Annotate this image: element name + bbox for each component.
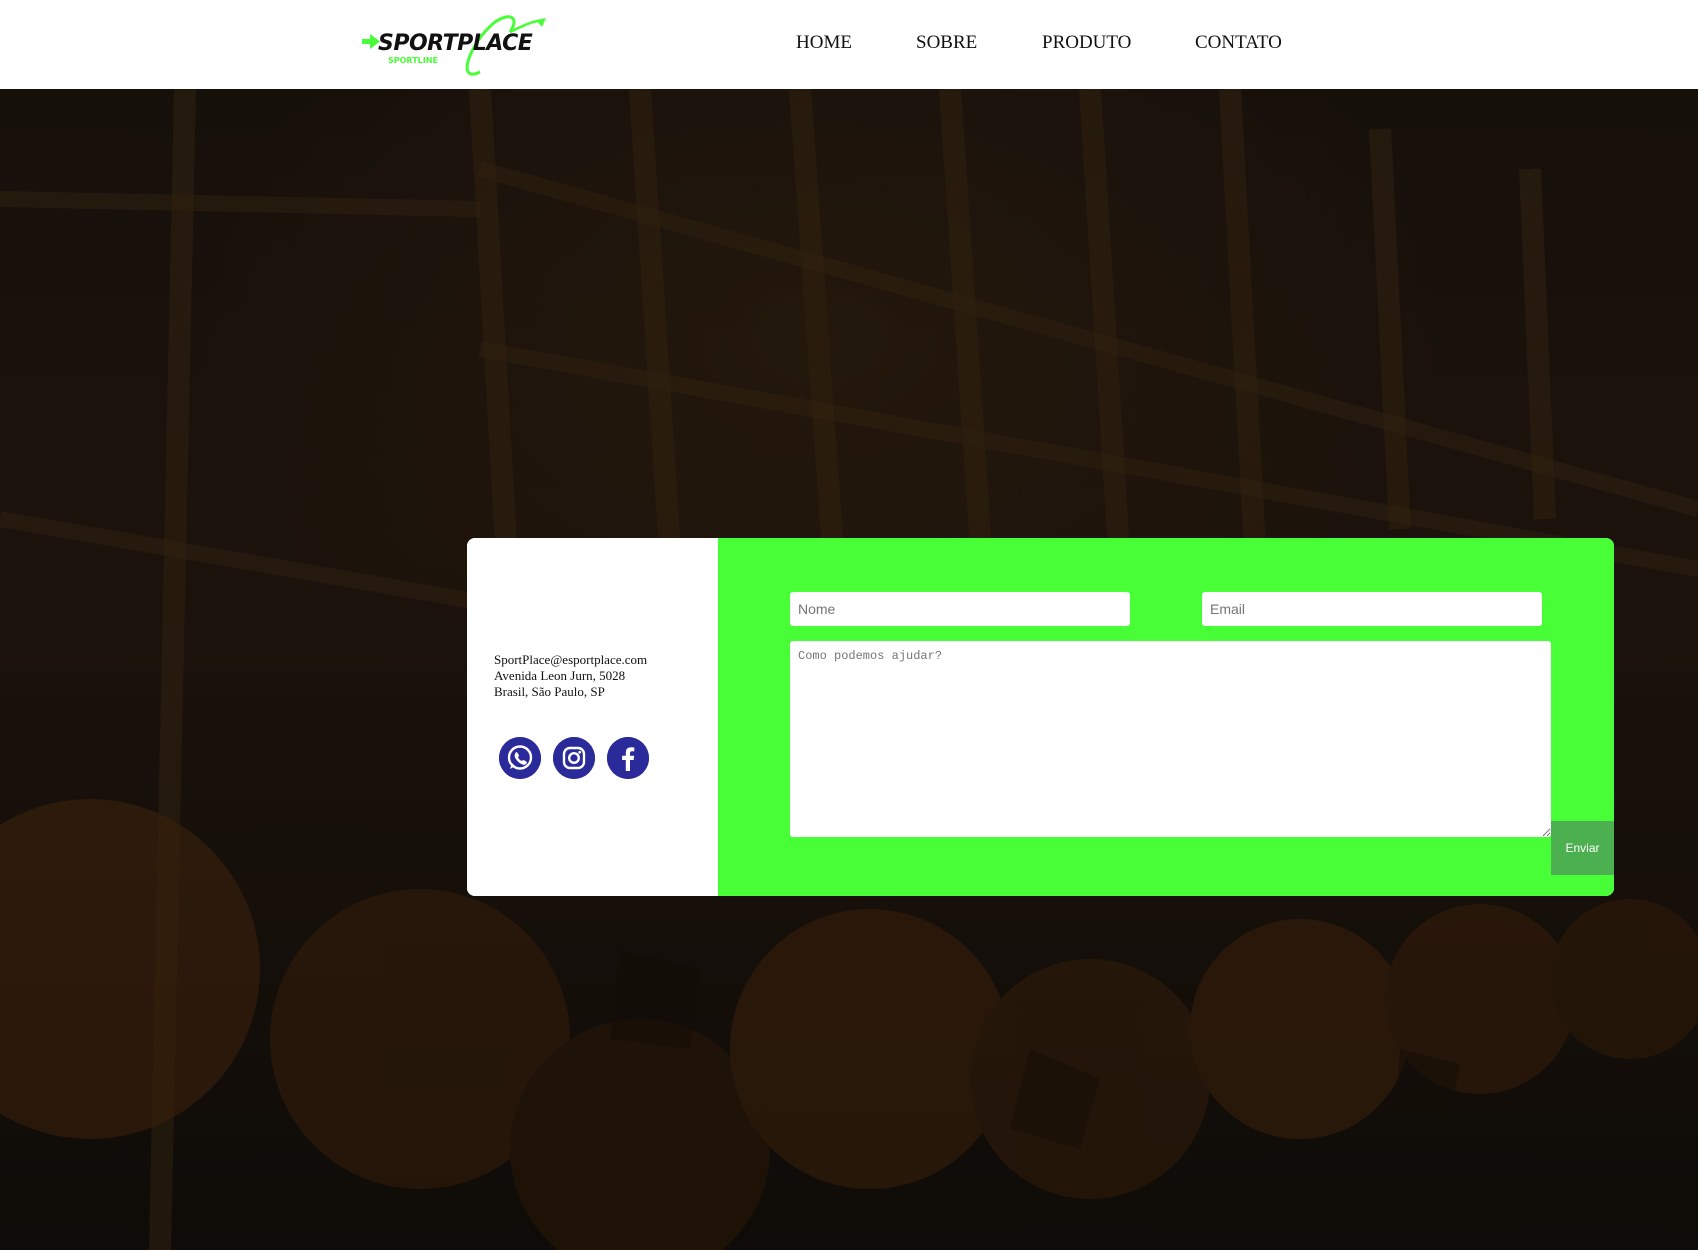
main-nav: HOME SOBRE PRODUTO CONTATO [0,0,1698,89]
send-button[interactable]: Enviar [1551,821,1614,875]
nav-home[interactable]: HOME [796,32,852,54]
nav-sobre[interactable]: SOBRE [916,32,977,54]
whatsapp-icon[interactable] [499,737,541,779]
contact-info-panel: SportPlace@esportplace.com Avenida Leon … [467,538,718,896]
instagram-icon[interactable] [553,737,595,779]
email-field[interactable] [1202,592,1542,626]
contact-card: SportPlace@esportplace.com Avenida Leon … [467,538,1614,896]
message-field[interactable] [790,641,1551,837]
facebook-icon[interactable] [607,737,649,779]
contact-address-line1: Avenida Leon Jurn, 5028 [494,668,626,683]
name-field[interactable] [790,592,1130,626]
contact-form: Enviar [718,538,1614,896]
contact-address-line2: Brasil, São Paulo, SP [494,684,605,699]
nav-produto[interactable]: PRODUTO [1042,32,1131,54]
contact-details: SportPlace@esportplace.com Avenida Leon … [494,652,647,700]
site-header: SPORTPLACE SPORTLINE HOME SOBRE PRODUTO … [0,0,1698,89]
contact-email[interactable]: SportPlace@esportplace.com [494,652,647,668]
nav-contato[interactable]: CONTATO [1195,32,1282,54]
